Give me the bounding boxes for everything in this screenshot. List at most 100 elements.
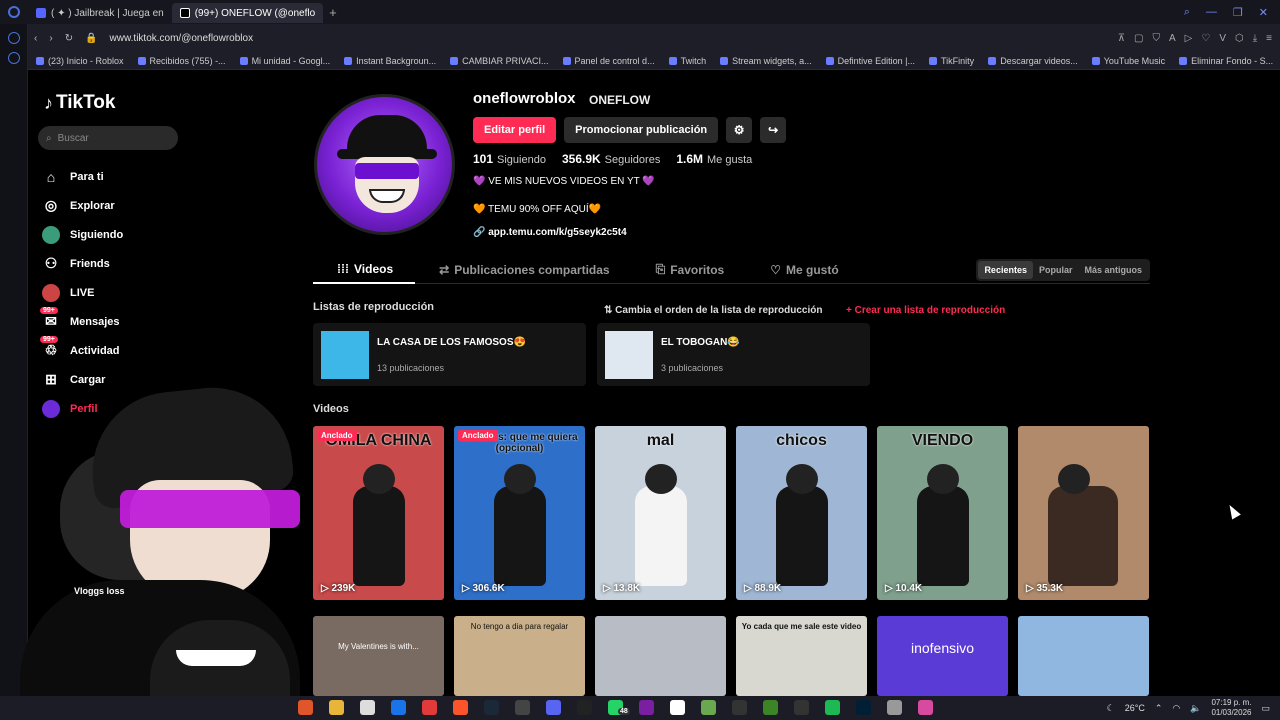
spotify-icon[interactable] — [825, 700, 840, 715]
video-card[interactable]: inofensivo — [877, 616, 1008, 696]
download-icon[interactable]: ⤓ — [1253, 33, 1257, 44]
bookmark-item[interactable]: Twitch — [668, 56, 706, 66]
capcut-icon[interactable] — [577, 700, 592, 715]
sidebar-item-siguiendo[interactable]: Siguiendo — [40, 220, 190, 249]
sort-recent[interactable]: Recientes — [978, 260, 1033, 279]
bookmark-item[interactable]: (23) Inicio - Roblox — [36, 56, 124, 66]
notifications-icon[interactable]: ▭ — [1261, 703, 1270, 714]
sort-oldest[interactable]: Más antiguos — [1078, 261, 1148, 279]
minecraft-icon[interactable] — [701, 700, 716, 715]
volume-icon[interactable]: 🔈 — [1190, 703, 1201, 714]
translate-icon[interactable]: A — [1169, 33, 1176, 44]
capcut-alt-icon[interactable] — [732, 700, 747, 715]
bookmark-item[interactable]: Eliminar Fondo - S... — [1179, 56, 1273, 66]
video-card[interactable]: Yo cada que me sale este video — [736, 616, 867, 696]
sidebar-item-mensajes[interactable]: ✉ 99+ Mensajes — [40, 306, 190, 336]
wifi-icon[interactable]: ◠ — [1172, 703, 1180, 714]
playlist-card[interactable]: EL TOBOGAN😂 3 publicaciones — [597, 323, 870, 386]
bookmark-item[interactable]: TikFinity — [929, 56, 974, 66]
bookmark-item[interactable]: CAMBIAR PRIVACI... — [450, 56, 549, 66]
obs-icon[interactable] — [515, 700, 530, 715]
extensions-icon[interactable]: ⬡ — [1235, 33, 1244, 44]
video-card[interactable] — [1018, 616, 1149, 696]
tab-videos[interactable]: ⁞⁞⁞ Videos — [313, 256, 416, 284]
bookmark-item[interactable]: Mi unidad - Googl... — [239, 56, 330, 66]
profile-avatar[interactable] — [314, 94, 455, 235]
pin-icon[interactable]: ⊼ — [1118, 33, 1125, 44]
video-card[interactable]: mal ▷ 13.8K — [595, 426, 726, 600]
tab-favorites[interactable]: ⎘ Favoritos — [632, 256, 747, 284]
search-tabs-icon[interactable]: ⌕ — [1184, 6, 1190, 19]
profile-link[interactable]: 🔗 app.temu.com/k/g5seyk2c5t4 — [473, 227, 627, 238]
minimize-icon[interactable]: — — [1206, 6, 1217, 19]
outlook-icon[interactable] — [391, 700, 406, 715]
back-icon[interactable]: ‹ — [34, 33, 37, 44]
creeper-icon[interactable] — [763, 700, 778, 715]
sidebar-dot-icon[interactable] — [7, 32, 20, 44]
file-explorer-icon[interactable] — [329, 700, 344, 715]
sidebar-clock-icon[interactable] — [7, 52, 20, 64]
bookmark-item[interactable]: Descargar videos... — [988, 56, 1078, 66]
photoshop-icon[interactable] — [856, 700, 871, 715]
video-card[interactable] — [595, 616, 726, 696]
video-card[interactable]: No tengo a dia para regalar — [454, 616, 585, 696]
create-playlist-button[interactable]: + Crear una lista de reproducción — [846, 305, 1005, 316]
settings-gear-icon[interactable]: ⚙ — [726, 117, 753, 143]
search-input[interactable]: ⌕ Buscar — [38, 126, 178, 150]
playlist-card[interactable]: LA CASA DE LOS FAMOSOS😍 13 publicaciones — [313, 323, 586, 386]
video-card[interactable]: OMILA CHINA Anclado ▷ 239K — [313, 426, 444, 600]
tab-tiktok[interactable]: (99+) ONEFLOW (@oneflo — [171, 3, 324, 23]
tray-up-icon[interactable]: ⌃ — [1155, 703, 1163, 714]
opera-logo-icon[interactable] — [0, 6, 28, 18]
opera-icon[interactable] — [422, 700, 437, 715]
video-card[interactable]: My Valentines is with... — [313, 616, 444, 696]
sidebar-item-actividad[interactable]: ♲ 99+ Actividad — [40, 335, 190, 365]
brave-icon[interactable] — [453, 700, 468, 715]
bookmark-item[interactable]: Defintive Edition |... — [825, 56, 915, 66]
sort-popular[interactable]: Popular — [1033, 261, 1079, 279]
calculator-icon[interactable] — [360, 700, 375, 715]
following-stat[interactable]: 101 Siguiendo — [473, 152, 546, 166]
temperature[interactable]: 26°C — [1125, 703, 1145, 713]
sidebar-item-para-ti[interactable]: ⌂ Para ti — [40, 162, 190, 191]
sidebar-item-live[interactable]: LIVE — [40, 278, 190, 307]
bookmark-item[interactable]: Instant Backgroun... — [344, 56, 436, 66]
edit-profile-button[interactable]: Editar perfil — [473, 117, 557, 143]
maximize-icon[interactable]: ❐ — [1233, 6, 1243, 19]
forward-icon[interactable]: › — [49, 33, 52, 44]
video-card[interactable]: VIENDO ▷ 10.4K — [877, 426, 1008, 600]
app-icon[interactable] — [794, 700, 809, 715]
shield-icon[interactable]: ⛉ — [1152, 33, 1160, 44]
tab-liked[interactable]: ♡ Me gustó — [746, 256, 860, 284]
new-tab-icon[interactable]: + — [323, 5, 343, 20]
play-icon[interactable]: ▷ — [1185, 33, 1193, 44]
url-field[interactable]: www.tiktok.com/@oneflowroblox — [110, 33, 254, 44]
weather-icon[interactable]: ☾ — [1107, 703, 1115, 714]
clock[interactable]: 07:19 p. m. 01/03/2026 — [1211, 698, 1251, 718]
followers-stat[interactable]: 356.9K Seguidores — [562, 152, 660, 166]
tab-jailbreak[interactable]: ( ✦ ) Jailbreak | Juega en — [28, 3, 172, 23]
reorder-playlists-button[interactable]: ⇅ Cambia el orden de la lista de reprodu… — [604, 305, 822, 316]
app-icon[interactable] — [887, 700, 902, 715]
snapshot-icon[interactable]: ▢ — [1134, 33, 1143, 44]
bookmark-item[interactable]: Stream widgets, a... — [720, 56, 812, 66]
copilot-icon[interactable] — [298, 700, 313, 715]
promote-post-button[interactable]: Promocionar publicación — [564, 117, 719, 143]
heart-icon[interactable]: ♡ — [1201, 33, 1210, 44]
app-icon[interactable] — [639, 700, 654, 715]
menu-icon[interactable]: ≡ — [1266, 33, 1272, 44]
steam-icon[interactable] — [484, 700, 499, 715]
video-card[interactable]: hombres: que me quiera (opcional) Anclad… — [454, 426, 585, 600]
close-icon[interactable]: ✕ — [1259, 6, 1268, 19]
whatsapp-icon[interactable]: 48 — [608, 700, 630, 715]
reload-icon[interactable]: ↻ — [65, 33, 73, 44]
tab-shared[interactable]: ⇄ Publicaciones compartidas — [415, 256, 631, 284]
sidebar-item-friends[interactable]: ⚇ Friends — [40, 249, 190, 278]
share-icon[interactable]: ↪ — [760, 117, 787, 143]
video-card[interactable]: ▷ 35.3K — [1018, 426, 1149, 600]
app-icon[interactable] — [918, 700, 933, 715]
sidebar-item-explorar[interactable]: ◎ Explorar — [40, 191, 190, 220]
bookmark-item[interactable]: YouTube Music — [1091, 56, 1165, 66]
bookmark-item[interactable]: Recibidos (755) -... — [137, 56, 226, 66]
tiktok-logo[interactable]: ♪ TikTok — [44, 92, 115, 114]
